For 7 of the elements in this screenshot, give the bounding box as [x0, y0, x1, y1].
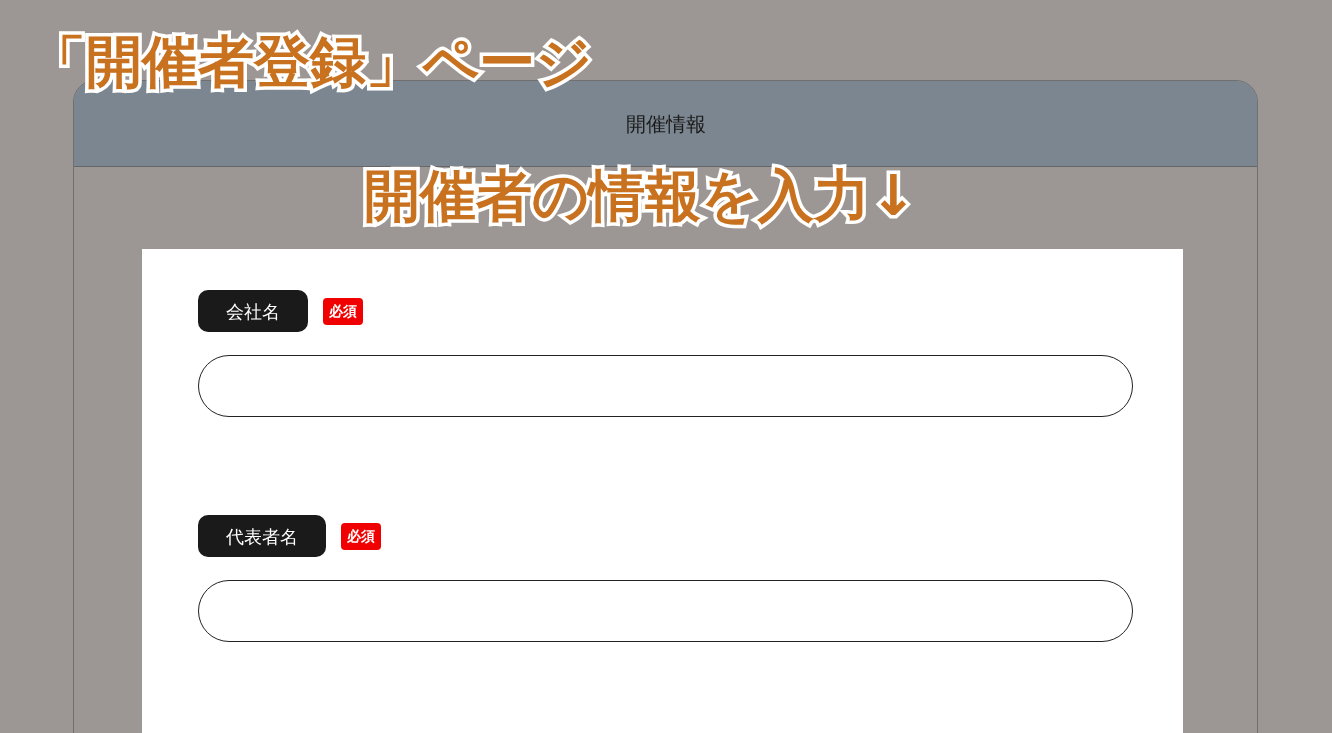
annotation-text: 開催者の情報を入力↓: [364, 168, 917, 224]
panel-title: 開催情報: [625, 110, 706, 138]
field-label: 会社名: [198, 290, 308, 332]
required-badge: 必須: [341, 522, 381, 550]
field-label: 代表者名: [198, 515, 326, 557]
required-badge: 必須: [323, 297, 363, 325]
annotation-text: 「開催者登録」ページ: [30, 34, 592, 90]
